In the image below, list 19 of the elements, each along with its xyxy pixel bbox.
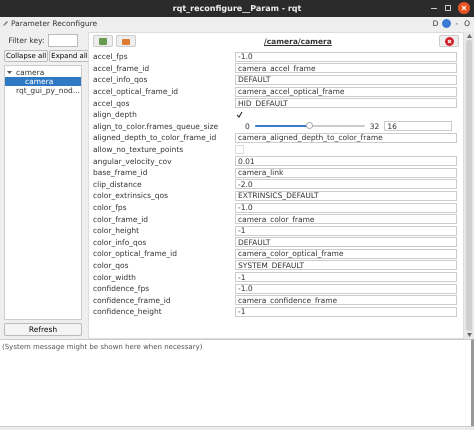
close-icon	[444, 36, 454, 46]
load-icon	[99, 38, 107, 44]
filter-input[interactable]	[48, 34, 78, 47]
scroll-up-icon[interactable]	[466, 34, 472, 38]
help-icon[interactable]	[442, 18, 452, 28]
scrollbar[interactable]	[464, 32, 474, 339]
expand-arrow-icon[interactable]	[7, 70, 13, 75]
maximize-icon[interactable]	[444, 4, 452, 12]
param-checkbox[interactable]	[235, 110, 244, 120]
pencil-icon	[2, 20, 9, 26]
slider-handle[interactable]	[306, 122, 313, 130]
close-icon[interactable]	[458, 2, 470, 14]
load-button[interactable]	[93, 35, 113, 47]
window-title: rqt_reconfigure__Param - rqt	[172, 4, 302, 13]
save-button[interactable]	[116, 35, 136, 47]
save-icon	[122, 38, 130, 44]
scroll-down-icon[interactable]	[466, 333, 472, 337]
slider-track[interactable]	[254, 125, 365, 128]
close-button[interactable]	[439, 35, 459, 47]
